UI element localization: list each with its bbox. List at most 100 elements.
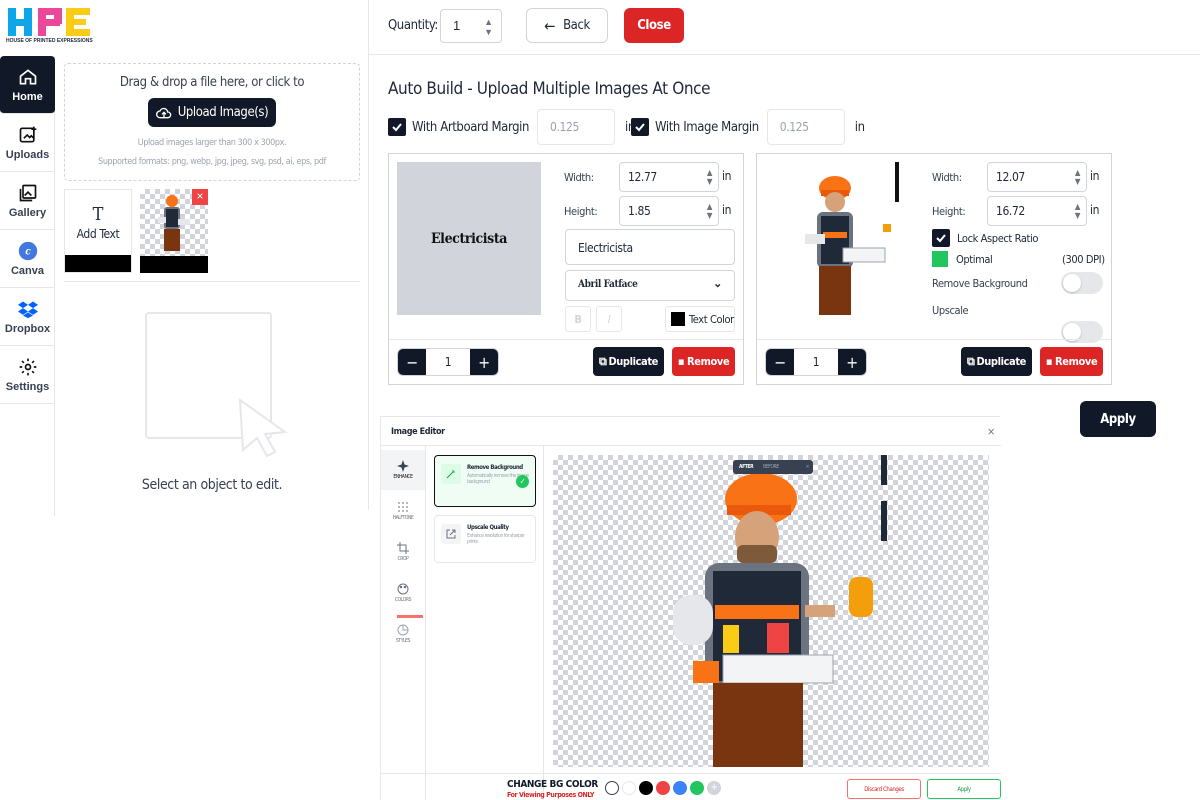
divider	[381, 773, 1001, 774]
editor-canvas[interactable]	[553, 455, 989, 767]
quantity-stepper[interactable]: − 1 +	[765, 348, 867, 376]
width-input[interactable]: 12.07 ▲ ▼	[987, 162, 1087, 192]
tool-label: CROP	[397, 556, 409, 562]
change-bg-note: For Viewing Purposes ONLY	[507, 791, 595, 799]
tool-colors[interactable]: COLORS	[381, 573, 425, 613]
before-after-toggle[interactable]: AFTER BEFORE ×	[733, 460, 813, 474]
change-bg-title: CHANGE BG COLOR	[507, 779, 598, 790]
nav-gallery[interactable]: Gallery	[0, 172, 55, 230]
stepper-value: 1	[812, 355, 820, 369]
unit-label: in	[1090, 169, 1100, 183]
lock-aspect-checkbox[interactable]	[932, 229, 950, 247]
select-object-hint: Select an object to edit.	[141, 477, 283, 493]
tool-crop[interactable]: CROP	[381, 532, 425, 572]
nav-canva[interactable]: c Canva	[0, 230, 55, 288]
spinner-icon[interactable]: ▲ ▼	[1075, 168, 1081, 186]
bold-button[interactable]: B	[565, 306, 591, 332]
swatch-red[interactable]	[656, 781, 670, 795]
image-margin-input[interactable]: 0.125	[766, 109, 845, 145]
trash-icon: ▪	[1045, 355, 1053, 368]
duplicate-button[interactable]: ⧉ Duplicate	[593, 347, 664, 376]
remove-thumbnail-icon[interactable]: ×	[192, 189, 208, 205]
spinner-icon[interactable]: ▲ ▼	[707, 202, 713, 220]
width-label: Width:	[932, 171, 962, 184]
close-button[interactable]: Close	[624, 8, 684, 43]
add-text-label: Add Text	[76, 227, 120, 241]
quantity-value: 1	[453, 18, 461, 33]
stepper-value: 1	[444, 355, 452, 369]
nav-dropbox[interactable]: Dropbox	[0, 288, 55, 346]
swatch-white[interactable]	[622, 781, 636, 795]
divider	[757, 339, 1111, 340]
quantity-stepper[interactable]: − 1 +	[397, 348, 499, 376]
divider	[381, 445, 1001, 446]
tool-enhance[interactable]: ENHANCE	[381, 450, 425, 490]
upload-formats-hint: Supported formats: png, webp, jpg, jpeg,…	[98, 157, 326, 168]
add-text-tile[interactable]: T Add Text	[64, 189, 132, 273]
duplicate-label: Duplicate	[608, 355, 658, 368]
close-icon[interactable]: ×	[987, 425, 995, 438]
decrement-button[interactable]: −	[766, 349, 794, 375]
add-color-icon[interactable]: +	[707, 781, 721, 795]
swatch-transparent[interactable]	[605, 781, 619, 795]
remove-bg-toggle[interactable]	[1061, 272, 1103, 294]
swatch-green[interactable]	[690, 781, 704, 795]
width-value: 12.07	[996, 170, 1025, 184]
check-circle-icon: ✓	[516, 475, 529, 488]
discard-changes-button[interactable]: Discard Changes	[847, 779, 921, 799]
dropzone-title: Drag & drop a file here, or click to	[119, 75, 305, 90]
styles-icon	[397, 624, 409, 636]
height-label: Height:	[932, 205, 966, 218]
artboard-margin-input[interactable]: 0.125	[537, 109, 616, 145]
font-select[interactable]: Abril Fatface ⌄	[565, 270, 735, 301]
nav-uploads[interactable]: Uploads	[0, 114, 55, 172]
chevron-down-icon: ⌄	[713, 277, 722, 290]
unit-label: in	[854, 119, 865, 135]
tool-halftone[interactable]: HALFTONE	[381, 491, 425, 531]
option-upscale-quality[interactable]: Upscale Quality Enhance resolution for sh…	[434, 515, 536, 563]
apply-button[interactable]: Apply	[1080, 401, 1156, 437]
logo-tagline: HOUSE OF PRINTED EXPRESSIONS	[6, 38, 93, 44]
new-badge	[397, 615, 423, 618]
quantity-input[interactable]: 1 ▲ ▼	[440, 9, 502, 43]
decrement-button[interactable]: −	[398, 349, 426, 375]
upload-dropzone[interactable]: Drag & drop a file here, or click to Upl…	[64, 63, 360, 181]
tile-bar	[140, 256, 208, 273]
editor-apply-button[interactable]: Apply	[927, 779, 1001, 799]
width-input[interactable]: 12.77 ▲ ▼	[619, 162, 719, 192]
spinner-icon[interactable]: ▲ ▼	[1075, 202, 1081, 220]
nav-home[interactable]: Home	[0, 56, 55, 114]
increment-button[interactable]: +	[470, 349, 498, 375]
spinner-icon[interactable]: ▲ ▼	[707, 168, 713, 186]
close-icon[interactable]: ×	[806, 464, 813, 470]
increment-button[interactable]: +	[838, 349, 866, 375]
remove-button[interactable]: ▪ Remove	[672, 347, 735, 376]
editor-title: Image Editor	[391, 427, 445, 437]
image-margin-checkbox[interactable]	[631, 118, 649, 136]
height-input[interactable]: 1.85 ▲ ▼	[619, 196, 719, 226]
nav-label: Home	[12, 90, 43, 103]
artboard-margin-checkbox[interactable]	[388, 118, 406, 136]
text-color-button[interactable]: Text Color	[665, 306, 735, 332]
height-value: 16.72	[996, 204, 1025, 218]
swatch-blue[interactable]	[673, 781, 687, 795]
height-input[interactable]: 16.72 ▲ ▼	[987, 196, 1087, 226]
spinner-icon[interactable]: ▲ ▼	[484, 17, 493, 37]
duplicate-label: Duplicate	[976, 355, 1026, 368]
image-thumbnail[interactable]: ×	[140, 189, 208, 273]
text-content-input[interactable]: Electricista	[565, 229, 735, 265]
duplicate-button[interactable]: ⧉ Duplicate	[961, 347, 1032, 376]
remove-button[interactable]: ▪ Remove	[1040, 347, 1103, 376]
nav-label: Dropbox	[4, 322, 51, 335]
lock-aspect-row: Lock Aspect Ratio	[932, 229, 1038, 247]
option-remove-background[interactable]: Remove Background Automatically remove th…	[434, 455, 536, 507]
upload-images-button[interactable]: Upload Image(s)	[148, 98, 276, 127]
nav-label: Canva	[10, 264, 45, 277]
italic-button[interactable]: I	[596, 306, 622, 332]
tool-styles[interactable]: STYLES	[381, 614, 425, 654]
back-button[interactable]: ← Back	[526, 8, 608, 43]
nav-settings[interactable]: Settings	[0, 346, 55, 404]
nav-label: Uploads	[5, 148, 50, 161]
text-icon: T	[92, 204, 104, 225]
swatch-black[interactable]	[639, 781, 653, 795]
